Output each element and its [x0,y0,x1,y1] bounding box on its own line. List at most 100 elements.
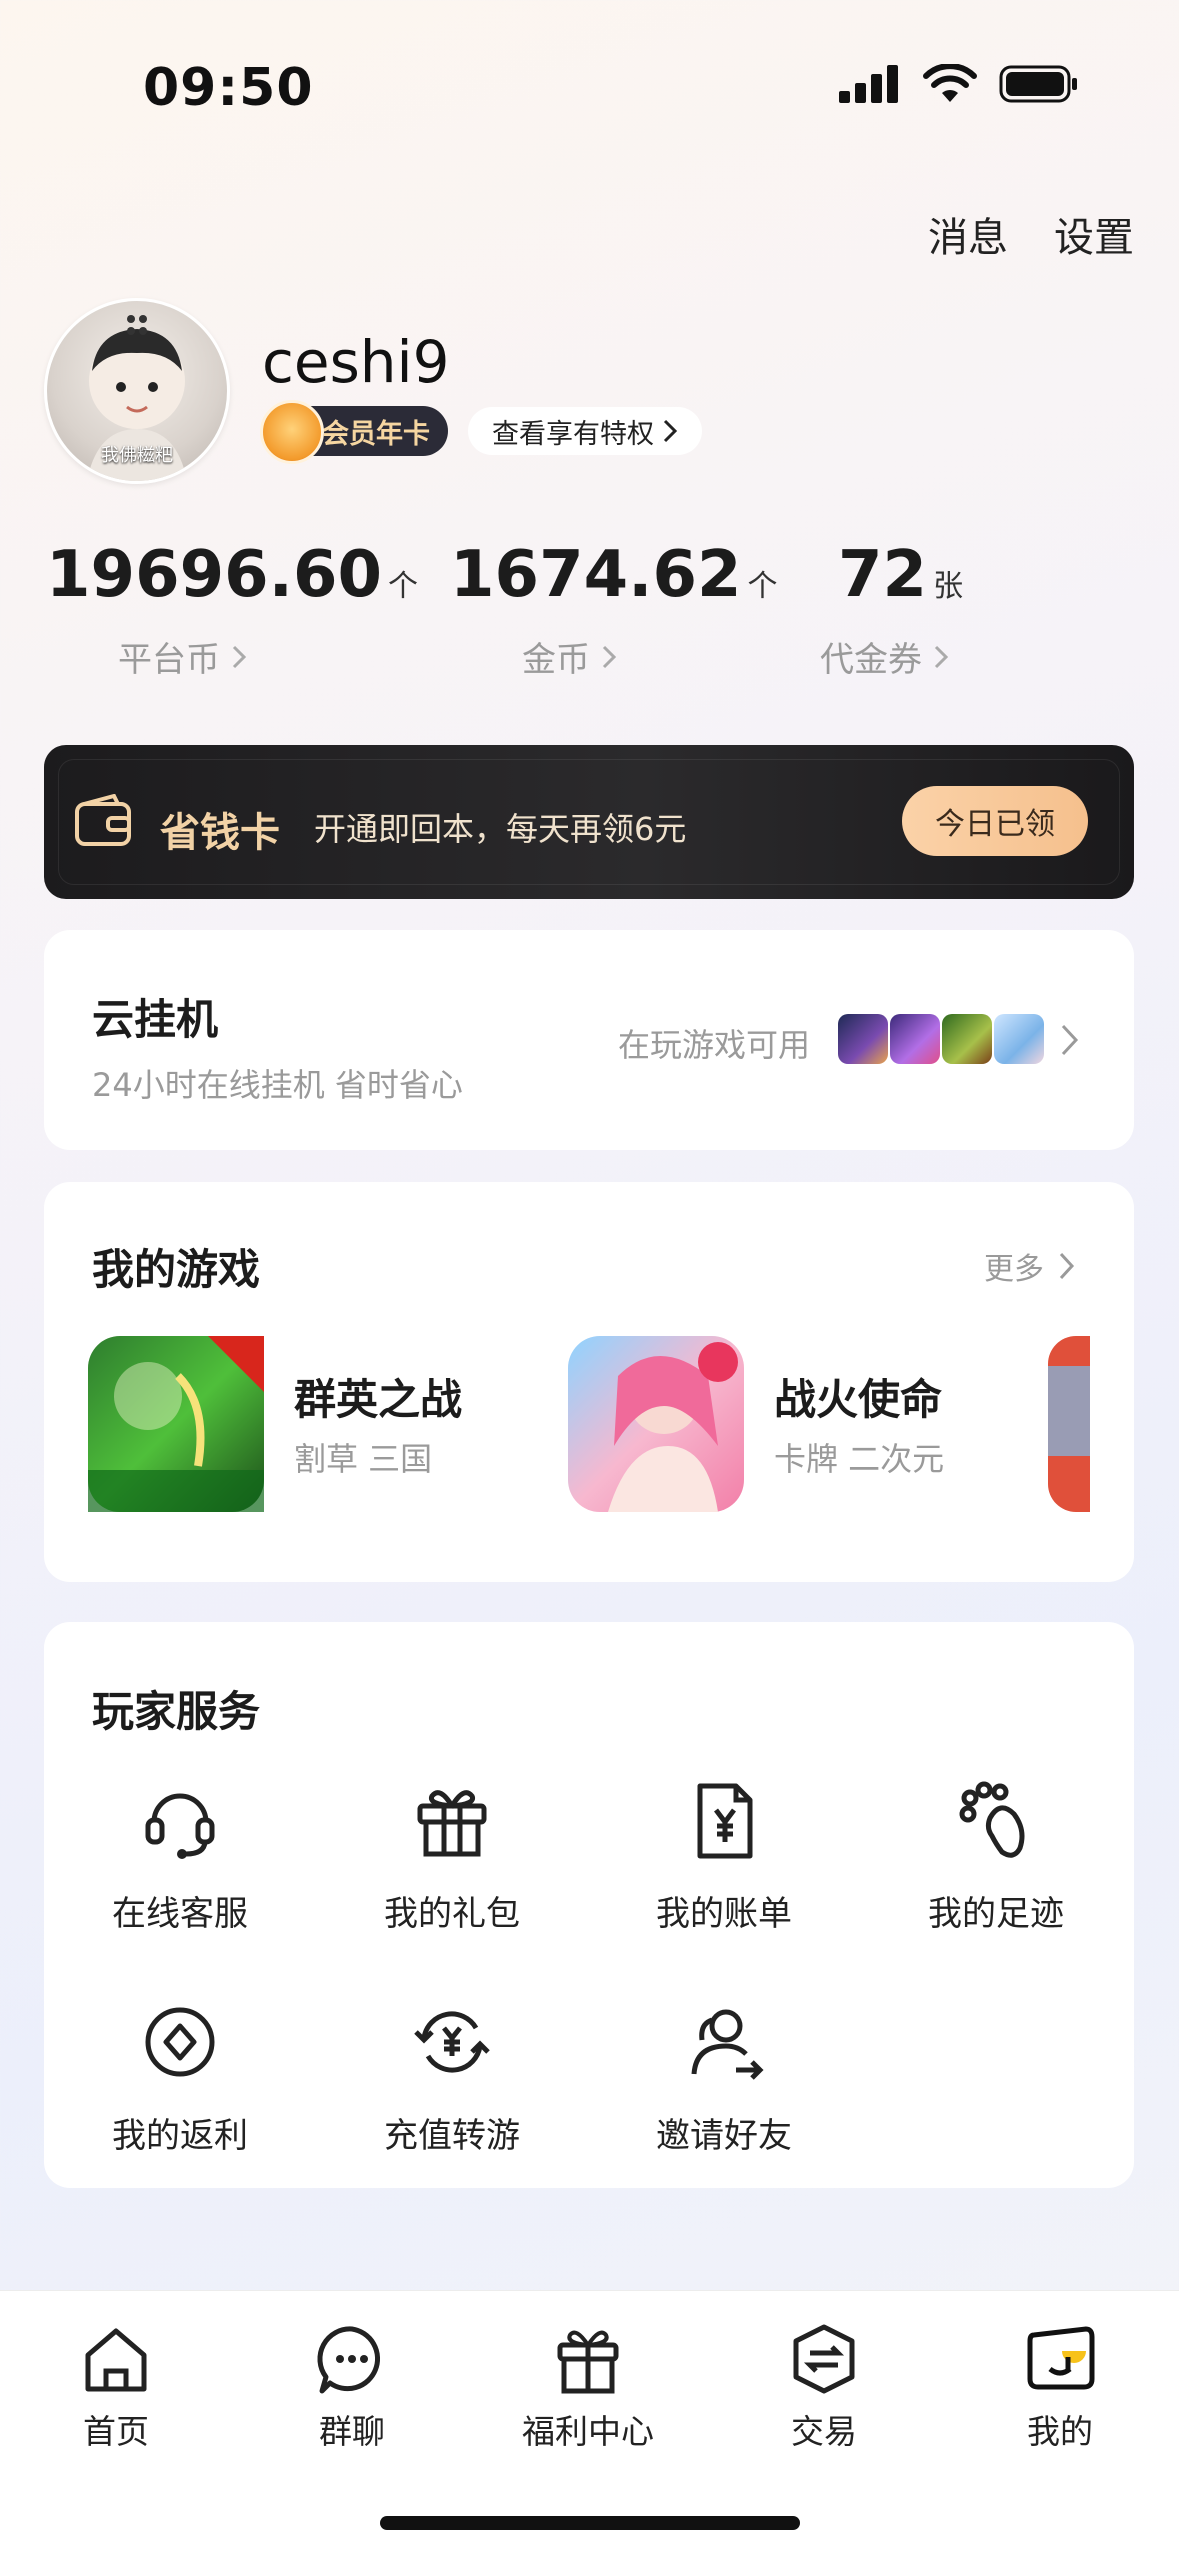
welfare-icon [557,2330,619,2394]
platform-coin-label: 平台币 [118,640,220,680]
view-privileges-button[interactable]: 查看享有特权 [468,407,702,455]
status-icons [839,64,1079,104]
headset-icon [145,1793,215,1859]
messages-link[interactable]: 消息 [928,205,1008,263]
avatar[interactable]: 我佛糍粑 [44,298,230,484]
rebate-icon [145,2007,215,2077]
chevron-right-icon [934,645,948,669]
tab-trade[interactable]: 交易 [724,2321,924,2453]
cellular-signal-icon [839,65,898,103]
platform-coin-unit: 个 [388,569,419,604]
tab-mine[interactable]: 我的 [960,2321,1160,2453]
game-icon [88,1336,264,1512]
tab-welfare-center[interactable]: 福利中心 [488,2321,688,2453]
tab-label: 首页 [83,2412,149,2451]
settings-link[interactable]: 设置 [1054,205,1134,263]
more-label: 更多 [984,1252,1044,1287]
voucher-unit: 张 [933,569,964,604]
my-games-more-link[interactable]: 更多 [984,1244,1076,1288]
cloud-idle-available-text: 在玩游戏可用 [618,1026,811,1064]
service-label: 我的足迹 [928,1894,1064,1934]
game-icon-partial[interactable] [1048,1336,1090,1512]
privilege-label: 查看享有特权 [492,418,654,450]
home-icon [85,2328,147,2392]
game-name: 战火使命 [774,1375,943,1424]
game-thumb-mini [994,1014,1044,1064]
username: ceshi9 [262,328,450,396]
my-games-title: 我的游戏 [92,1245,261,1294]
savings-card-title: 省钱卡 [160,810,280,856]
gold-coin-link[interactable]: 金币 [522,632,617,681]
wallet-icon [75,794,131,846]
game-icon [568,1336,744,1512]
claimed-today-button[interactable]: 今日已领 [902,786,1088,856]
service-invite-friends[interactable]: 邀请好友 [624,2000,824,2157]
voucher-link[interactable]: 代金券 [820,632,949,681]
chevron-right-icon [602,645,616,669]
tab-home[interactable]: 首页 [16,2321,216,2453]
bill-icon [697,1783,753,1859]
chevron-right-icon [663,419,678,443]
game-item[interactable]: 群英之战 割草 三国 [88,1336,548,1516]
gold-coin-label: 金币 [522,640,590,680]
vip-badge[interactable]: 会员年卡 [260,400,448,464]
gift-icon [417,1790,487,1857]
chevron-right-icon [1061,1024,1079,1056]
cloud-idle-title: 云挂机 [92,995,219,1044]
service-label: 我的账单 [656,1894,792,1934]
tab-group-chat[interactable]: 群聊 [252,2321,452,2453]
my-games-card: 我的游戏 更多 群英之战 割草 三国 战火使命 卡牌 二次元 [44,1182,1134,1582]
game-thumb-mini [890,1014,940,1064]
gold-coin-unit: 个 [747,569,778,604]
home-indicator [380,2516,800,2530]
service-online-support[interactable]: 在线客服 [80,1778,280,1935]
game-thumb-mini [838,1014,888,1064]
service-my-gifts[interactable]: 我的礼包 [352,1778,552,1935]
service-label: 在线客服 [112,1894,248,1934]
wifi-icon [923,64,977,102]
platform-coin-link[interactable]: 平台币 [118,632,247,681]
player-services-card: 玩家服务 在线客服 我的礼包 我的账单 我的足迹 我的返利 充值转游 邀请好友 [44,1622,1134,2188]
crown-icon [260,400,324,464]
service-my-bills[interactable]: 我的账单 [624,1778,824,1935]
player-services-title: 玩家服务 [92,1687,261,1736]
game-tags: 卡牌 二次元 [774,1440,945,1478]
voucher-number: 72 [838,538,928,612]
avatar-caption: 我佛糍粑 [101,445,173,466]
tab-label: 我的 [1027,2412,1093,2451]
cloud-idle-card[interactable]: 云挂机 24小时在线挂机 省时省心 在玩游戏可用 [44,930,1134,1150]
chat-icon [317,2326,380,2394]
platform-coin-value: 19696.60 个 [46,538,418,612]
gold-coin-value: 1674.62 个 [450,538,778,612]
gold-coin-number: 1674.62 [450,538,742,612]
game-tags: 割草 三国 [294,1440,433,1478]
recharge-transfer-icon [414,2011,490,2073]
chevron-right-icon [232,645,246,669]
cloud-idle-subtitle: 24小时在线挂机 省时省心 [92,1066,463,1104]
tab-label: 交易 [791,2412,857,2451]
tab-label: 福利中心 [522,2412,654,2451]
service-my-footprints[interactable]: 我的足迹 [896,1778,1096,1935]
voucher-label: 代金券 [820,640,922,680]
trade-icon [793,2324,855,2394]
game-thumb-mini [942,1014,992,1064]
voucher-value: 72 张 [838,538,963,612]
service-my-rebate[interactable]: 我的返利 [80,2000,280,2157]
service-label: 邀请好友 [656,2116,792,2156]
savings-card-description: 开通即回本，每天再领6元 [314,810,687,848]
platform-coin-number: 19696.60 [46,538,383,612]
chevron-right-icon [1059,1252,1075,1280]
game-name: 群英之战 [294,1375,463,1424]
game-thumbnails-strip [838,1014,1044,1064]
game-item[interactable]: 战火使命 卡牌 二次元 [568,1336,1028,1516]
status-time: 09:50 [143,58,314,118]
footprint-icon [959,1781,1025,1858]
service-recharge-transfer[interactable]: 充值转游 [352,2000,552,2157]
service-label: 充值转游 [384,2116,520,2156]
profile-icon [1027,2326,1095,2390]
battery-icon [999,65,1077,103]
vip-badge-label: 会员年卡 [322,418,430,450]
service-label: 我的返利 [112,2116,248,2156]
invite-friend-icon [691,2009,764,2080]
tab-label: 群聊 [319,2412,385,2451]
